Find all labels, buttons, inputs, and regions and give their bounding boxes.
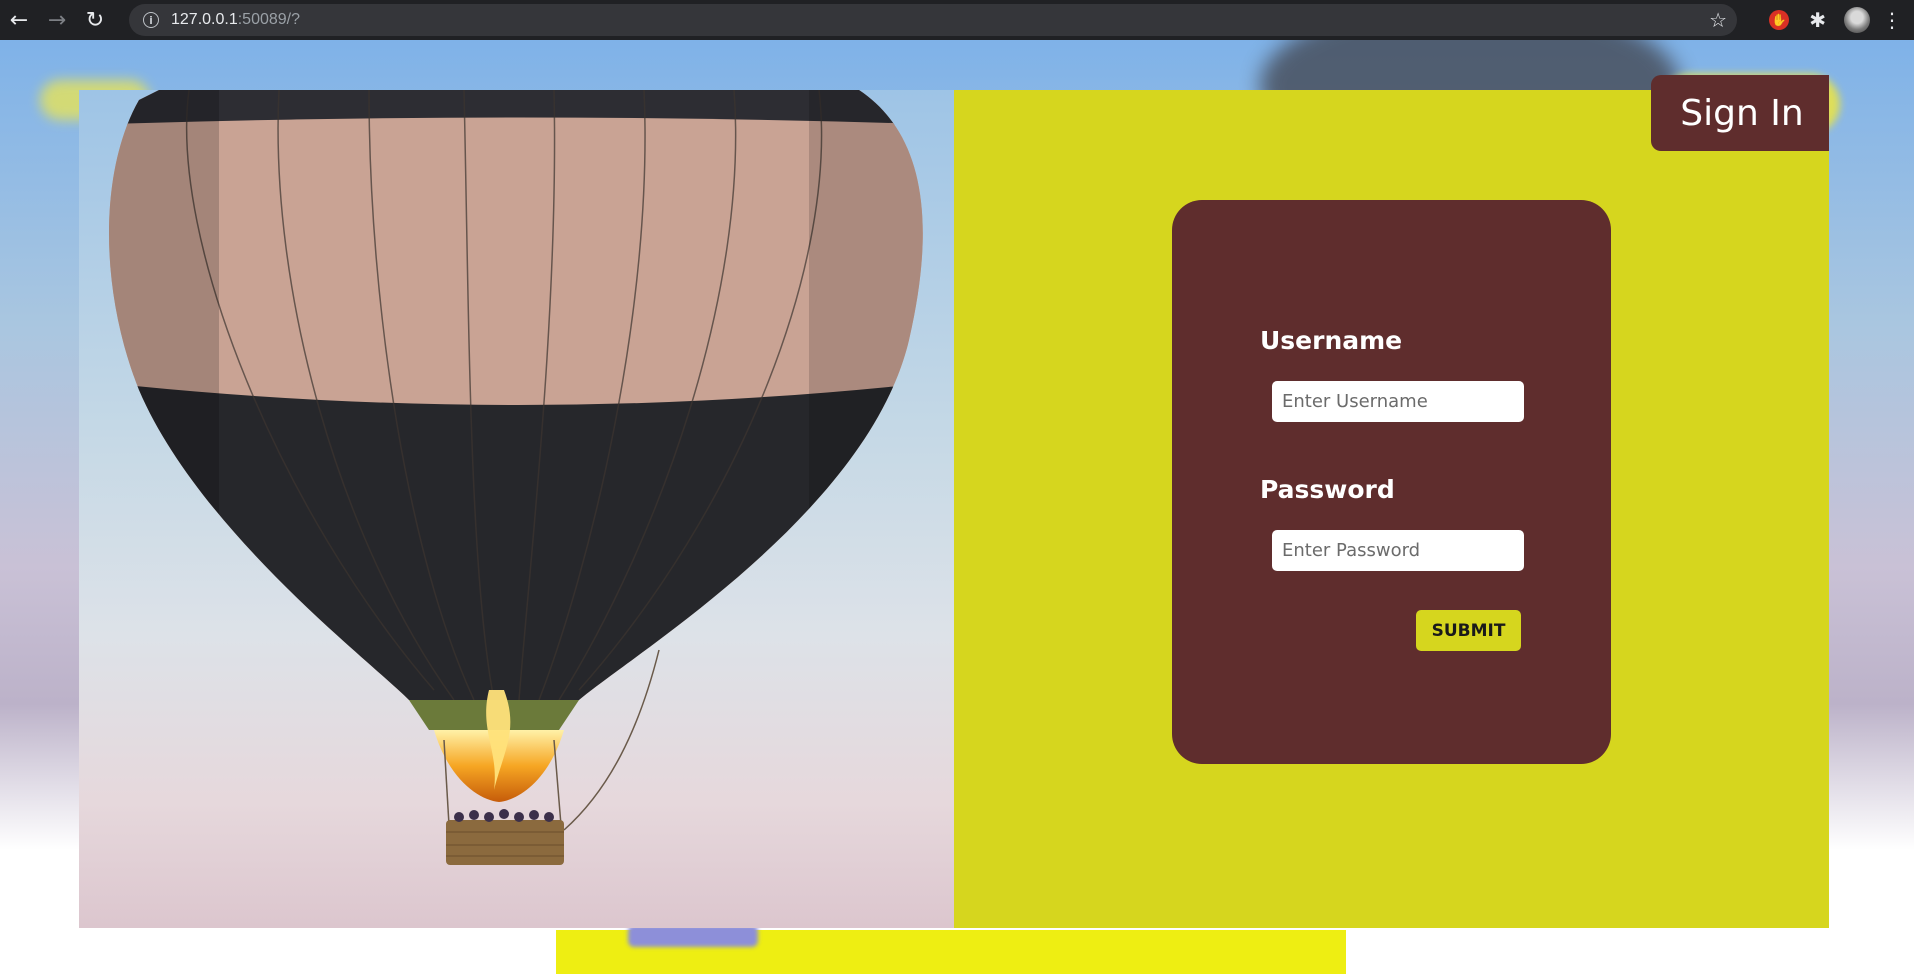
url-host: 127.0.0.1 xyxy=(171,11,238,28)
password-input[interactable] xyxy=(1272,530,1524,571)
password-label: Password xyxy=(1260,475,1395,504)
url-text[interactable]: 127.0.0.1:50089/? xyxy=(171,11,300,29)
info-icon[interactable]: i xyxy=(143,12,159,28)
browser-toolbar: ← → ↻ i 127.0.0.1:50089/? ☆ ✋ ✱ ⋮ xyxy=(0,0,1914,40)
balloon-basket xyxy=(446,820,564,865)
hero-balloon-image xyxy=(79,90,954,928)
back-arrow-icon[interactable]: ← xyxy=(0,0,38,40)
reload-icon[interactable]: ↻ xyxy=(76,0,114,40)
sign-in-heading[interactable]: Sign In xyxy=(1651,75,1829,151)
address-bar[interactable]: i 127.0.0.1:50089/? ☆ xyxy=(129,4,1737,36)
puzzle-icon[interactable]: ✱ xyxy=(1809,8,1826,32)
url-port-path: :50089/? xyxy=(237,11,301,28)
extensions-area: ✋ ✱ ⋮ xyxy=(1769,0,1914,40)
background-footer-button xyxy=(628,925,758,947)
star-icon[interactable]: ☆ xyxy=(1709,8,1727,32)
page-viewport xyxy=(0,40,1914,974)
submit-button[interactable]: SUBMIT xyxy=(1416,610,1521,651)
balloon-envelope xyxy=(109,90,923,700)
avatar[interactable] xyxy=(1844,7,1870,33)
forward-arrow-icon[interactable]: → xyxy=(38,0,76,40)
stop-hand-icon[interactable]: ✋ xyxy=(1769,10,1790,30)
kebab-menu-icon[interactable]: ⋮ xyxy=(1882,8,1902,32)
balloon-illustration xyxy=(109,90,923,865)
username-label: Username xyxy=(1260,326,1403,355)
username-input[interactable] xyxy=(1272,381,1524,422)
